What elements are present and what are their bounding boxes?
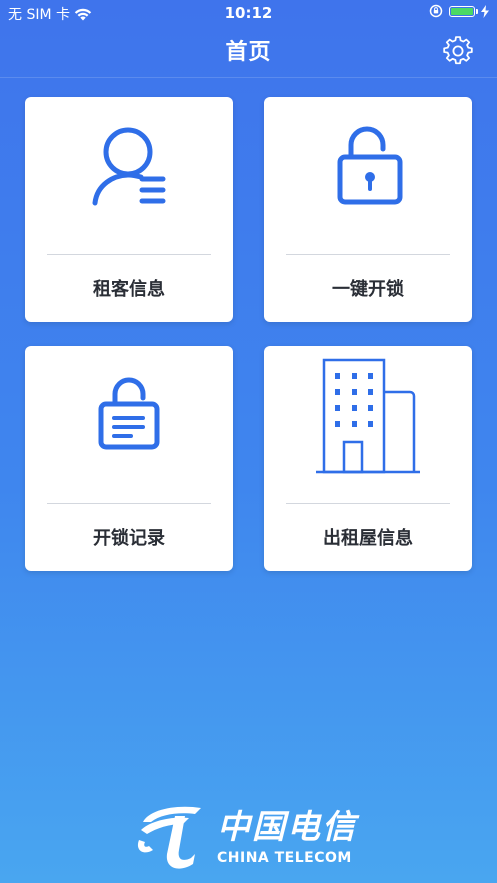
- card-divider: [286, 254, 450, 255]
- card-divider: [286, 503, 450, 504]
- card-tenant-info[interactable]: 租客信息: [25, 97, 233, 322]
- unlock-record-icon: [98, 377, 160, 450]
- status-right: [429, 4, 489, 18]
- status-bar: 无 SIM 卡 10:12: [0, 0, 497, 26]
- card-rental-house-info[interactable]: 出租屋信息: [264, 346, 472, 571]
- card-label: 出租屋信息: [323, 528, 413, 549]
- orientation-lock-icon: [429, 4, 443, 18]
- gear-icon[interactable]: [443, 36, 473, 66]
- card-label: 开锁记录: [93, 528, 165, 549]
- card-divider: [47, 254, 211, 255]
- card-unlock-records[interactable]: 开锁记录: [25, 346, 233, 571]
- status-time: 10:12: [224, 4, 273, 22]
- china-telecom-emblem-icon: [137, 806, 201, 869]
- card-divider: [47, 503, 211, 504]
- unlock-padlock-icon: [337, 126, 403, 205]
- card-label: 租客信息: [93, 279, 165, 300]
- nav-bar: 首页: [0, 26, 497, 78]
- brand-name-en: CHINA TELECOM: [217, 850, 352, 866]
- brand-name-cn: 中国电信: [217, 807, 357, 846]
- battery-icon: [449, 5, 478, 17]
- charging-icon: [481, 4, 489, 18]
- tenant-user-icon: [92, 127, 166, 206]
- page-title: 首页: [225, 40, 272, 65]
- china-telecom-logo: 中国电信 CHINA TELECOM: [135, 800, 365, 872]
- building-icon: [316, 358, 420, 474]
- card-label: 一键开锁: [332, 279, 404, 300]
- card-one-key-unlock[interactable]: 一键开锁: [264, 97, 472, 322]
